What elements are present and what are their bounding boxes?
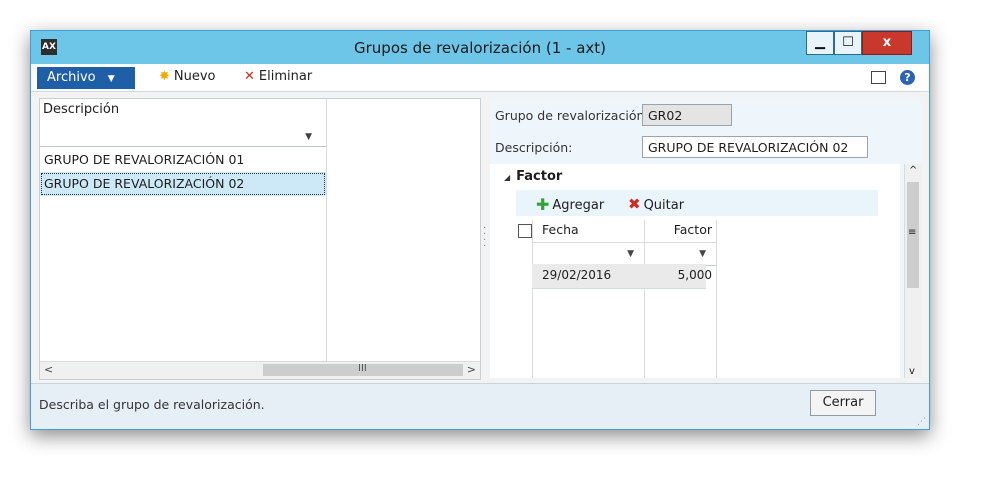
descripcion-filter[interactable]: ▼ <box>40 126 326 147</box>
collapse-triangle-icon[interactable]: ◢ <box>504 173 510 182</box>
plus-icon: ✚ <box>536 195 550 214</box>
nuevo-label: Nuevo <box>173 69 216 84</box>
grupo-label: Grupo de revalorización: <box>495 108 649 123</box>
factor-toolbar: ✚ Agregar ✖ Quitar <box>516 190 878 216</box>
sun-icon: ✸ <box>159 69 170 84</box>
title-bar[interactable]: AX Grupos de revalorización (1 - axt) ▁ … <box>31 31 929 64</box>
cerrar-button[interactable]: Cerrar <box>810 390 876 416</box>
agregar-label: Agregar <box>552 198 605 213</box>
close-window-button[interactable]: x <box>862 31 912 55</box>
chevron-down-icon[interactable]: ▼ <box>627 249 634 259</box>
horizontal-scrollbar[interactable]: < III > <box>40 361 480 379</box>
column-header-fecha[interactable]: Fecha <box>542 222 579 237</box>
table-row[interactable]: 29/02/2016 5,000 <box>532 264 712 289</box>
eliminar-label: Eliminar <box>258 69 313 84</box>
ribbon-right-icons: ? <box>871 70 915 85</box>
fecha-filter[interactable]: ▼ <box>532 242 644 266</box>
vertical-scrollbar[interactable]: ^ ≡ v <box>904 164 922 378</box>
factor-cell: 5,000 <box>677 268 712 282</box>
detail-pane: Grupo de revalorización: GR02 Descripció… <box>490 98 922 378</box>
maximize-button[interactable]: ☐ <box>834 31 862 55</box>
descripcion-label: Descripción: <box>495 140 573 155</box>
chevron-down-icon[interactable]: ▼ <box>699 249 706 259</box>
column-divider <box>716 220 717 378</box>
agregar-button[interactable]: ✚ Agregar <box>536 195 604 214</box>
groups-list-grid: Descripción ▼ GRUPO DE REVALORIZACIÓN 01… <box>39 98 481 380</box>
eliminar-button[interactable]: ✕ Eliminar <box>244 69 312 84</box>
scroll-down-icon[interactable]: v <box>909 366 915 377</box>
help-icon[interactable]: ? <box>900 70 915 85</box>
scroll-up-icon[interactable]: ^ <box>909 165 917 176</box>
fecha-cell: 29/02/2016 <box>542 268 612 282</box>
minimize-button[interactable]: ▁ <box>806 31 834 55</box>
fasttab-header[interactable]: ◢ Factor <box>504 169 562 184</box>
list-item[interactable]: GRUPO DE REVALORIZACIÓN 01 <box>40 148 326 172</box>
list-item-selected[interactable]: GRUPO DE REVALORIZACIÓN 02 <box>40 172 326 196</box>
resize-grip-icon[interactable]: ⋰ <box>917 417 926 427</box>
factor-filter[interactable]: ▼ <box>644 242 716 266</box>
quitar-button[interactable]: ✖ Quitar <box>628 195 684 213</box>
archivo-menu-button[interactable]: Archivo ▼ <box>37 67 135 89</box>
quitar-label: Quitar <box>643 198 685 213</box>
scroll-right-icon[interactable]: > <box>467 363 476 376</box>
column-header-descripcion[interactable]: Descripción <box>43 102 119 117</box>
grip-icon: III <box>358 363 367 374</box>
splitter-handle[interactable]: · · · · <box>483 224 486 252</box>
scroll-left-icon[interactable]: < <box>44 363 53 376</box>
nuevo-button[interactable]: ✸ Nuevo <box>159 69 216 84</box>
factor-fasttab: ◢ Factor ✚ Agregar ✖ Quitar Fecha Factor ▼ <box>490 164 900 378</box>
action-pane: Archivo ▼ ✸ Nuevo ✕ Eliminar ? <box>31 64 929 92</box>
grupo-field[interactable]: GR02 <box>642 104 732 126</box>
fasttab-title: Factor <box>516 169 563 184</box>
status-bar: Describa el grupo de revalorización. Cer… <box>31 383 929 429</box>
x-icon: ✖ <box>628 195 641 213</box>
grip-icon: ≡ <box>908 227 917 238</box>
descripcion-column: Descripción ▼ GRUPO DE REVALORIZACIÓN 01… <box>40 99 327 361</box>
select-all-checkbox[interactable] <box>518 224 532 238</box>
descripcion-field[interactable]: GRUPO DE REVALORIZACIÓN 02 <box>642 136 868 158</box>
dialog-window: AX Grupos de revalorización (1 - axt) ▁ … <box>30 30 930 430</box>
status-message: Describa el grupo de revalorización. <box>39 397 265 412</box>
x-icon: ✕ <box>244 69 255 84</box>
chevron-down-icon[interactable]: ▼ <box>305 132 312 142</box>
window-title: Grupos de revalorización (1 - axt) <box>354 39 606 57</box>
chevron-down-icon: ▼ <box>107 74 115 84</box>
archivo-label: Archivo <box>47 70 96 85</box>
layout-icon[interactable] <box>871 71 887 84</box>
factor-grid: Fecha Factor ▼ ▼ 29/02/2016 5,000 <box>518 220 878 378</box>
column-header-factor[interactable]: Factor <box>644 222 712 237</box>
